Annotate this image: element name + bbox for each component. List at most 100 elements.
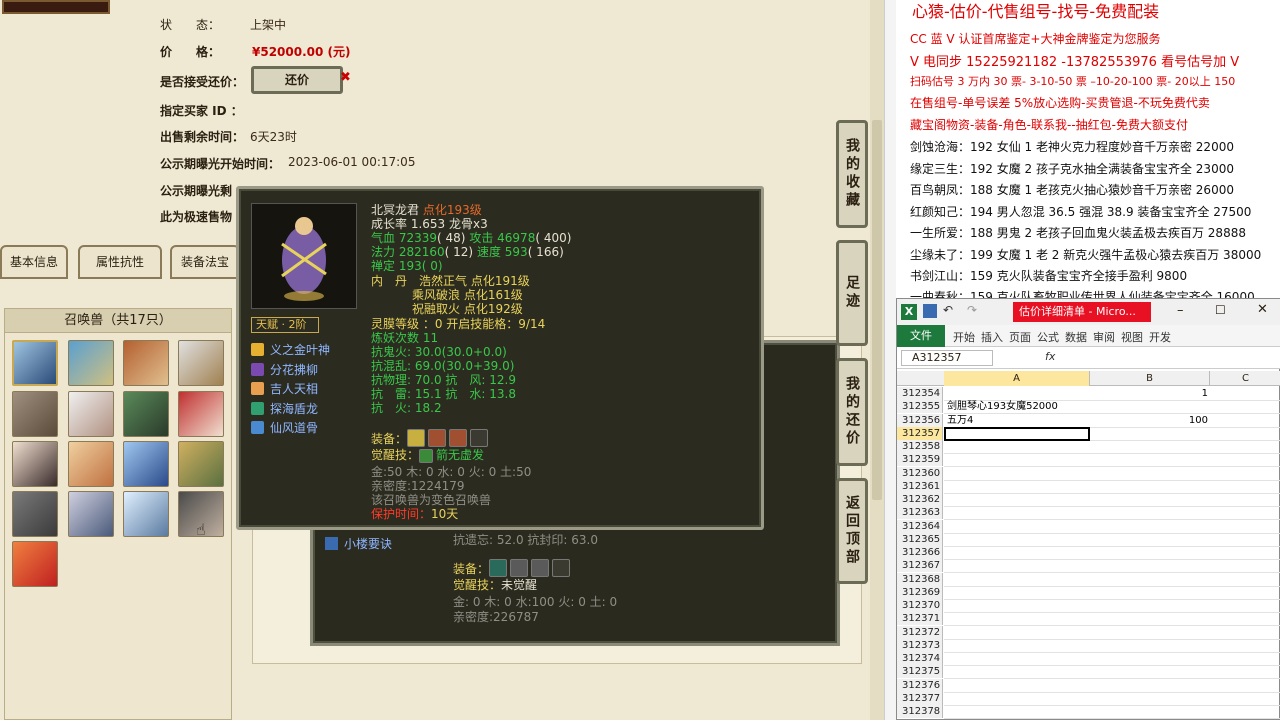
my-haggles-button[interactable]: 我的还价 — [836, 358, 868, 466]
elements-line: 金:50 木: 0 水: 0 火: 0 土:50 — [371, 465, 532, 479]
tab-basic-info[interactable]: 基本信息 — [0, 245, 68, 279]
fx-icon[interactable]: fx — [1045, 350, 1055, 363]
tab-file[interactable]: 文件 — [897, 325, 945, 347]
tab-insert[interactable]: 插入 — [981, 329, 1003, 345]
row-number[interactable]: 312370 — [897, 599, 943, 612]
pet-avatar[interactable] — [123, 441, 169, 487]
pet-avatar[interactable] — [178, 441, 224, 487]
row-number[interactable]: 312378 — [897, 705, 943, 718]
footprint-button[interactable]: 足迹 — [836, 240, 868, 346]
grid-line — [944, 559, 1280, 560]
row-number[interactable]: 312361 — [897, 479, 943, 493]
pet-avatar[interactable] — [12, 541, 58, 587]
tab-page[interactable]: 页面 — [1009, 329, 1031, 345]
pet-avatar[interactable] — [68, 491, 114, 537]
row-number[interactable]: 312371 — [897, 612, 943, 626]
pet-avatar[interactable] — [68, 441, 114, 487]
pet-avatar[interactable] — [178, 391, 224, 437]
grid-line — [944, 625, 1280, 627]
row-number[interactable]: 312374 — [897, 652, 943, 665]
row-number[interactable]: 312363 — [897, 506, 943, 520]
tab-data[interactable]: 数据 — [1065, 329, 1087, 345]
cell-a[interactable]: 剑胆琴心193女魔52000 — [947, 400, 1058, 413]
pet-avatar[interactable] — [12, 391, 58, 437]
my-favorites-button[interactable]: 我的收藏 — [836, 120, 868, 228]
close-icon[interactable]: ✖ — [340, 70, 351, 85]
row-number[interactable]: 312369 — [897, 585, 943, 599]
pet-avatar[interactable] — [12, 340, 58, 386]
pet-avatar[interactable] — [123, 491, 169, 537]
tab-equipment[interactable]: 装备法宝 — [170, 245, 240, 279]
excel-formula-bar: A312357 fx — [897, 347, 1280, 369]
row-number[interactable]: 312359 — [897, 453, 943, 467]
tab-view[interactable]: 视图 — [1121, 329, 1143, 345]
tab-attributes[interactable]: 属性抗性 — [78, 245, 162, 279]
row-number[interactable]: 312368 — [897, 572, 943, 586]
row-number[interactable]: 312375 — [897, 665, 943, 679]
pet-avatar[interactable] — [123, 340, 169, 386]
row-number[interactable]: 312373 — [897, 638, 943, 652]
tab-home[interactable]: 开始 — [953, 329, 975, 345]
row-number[interactable]: 312358 — [897, 440, 943, 453]
row-number[interactable]: 312362 — [897, 493, 943, 506]
cursor-hand-icon: ☝ — [196, 520, 206, 539]
grid-line — [944, 598, 1280, 600]
pet-avatar[interactable] — [68, 391, 114, 437]
haggle-button[interactable]: 还价 — [251, 66, 343, 94]
row-number[interactable]: 312377 — [897, 691, 943, 705]
grid-line — [944, 704, 1280, 706]
equip-slot-icon — [470, 429, 489, 447]
row-number[interactable]: 312366 — [897, 546, 943, 559]
grid-line — [944, 519, 1280, 521]
remaining-value: 6天23时 — [250, 130, 297, 144]
pet-avatar[interactable] — [178, 340, 224, 386]
active-cell-selection[interactable] — [944, 426, 1090, 441]
pet-avatar[interactable] — [12, 441, 58, 487]
tab-review[interactable]: 审阅 — [1093, 329, 1115, 345]
column-b-header[interactable]: B — [1090, 371, 1210, 386]
equip-row: 装备： — [453, 559, 573, 577]
pet-avatar[interactable] — [68, 340, 114, 386]
public-start-label: 公示期曝光开始时间： — [160, 157, 281, 171]
undo-icon[interactable]: ↶ — [943, 303, 953, 317]
minimize-icon[interactable]: – — [1177, 303, 1184, 318]
close-icon[interactable]: ✕ — [1257, 302, 1268, 317]
row-number[interactable]: 312364 — [897, 519, 943, 533]
row-number[interactable]: 312354 — [897, 387, 943, 400]
row-number[interactable]: 312365 — [897, 532, 943, 546]
skill-item: 探海盾龙 — [251, 400, 318, 417]
excel-icon[interactable]: X — [901, 304, 917, 320]
grid-line — [944, 638, 1280, 640]
row-number[interactable]: 312357 — [897, 426, 943, 440]
row-number[interactable]: 312376 — [897, 678, 943, 692]
cell-b[interactable]: 100 — [1090, 414, 1208, 427]
skill-icon — [251, 382, 264, 395]
listing-line: 缘定三生：192 女魔 2 孩子克水抽全满装备宝宝齐全 23000 — [910, 162, 1234, 176]
grid-line — [944, 479, 1280, 481]
cell-b[interactable]: 1 — [1090, 387, 1208, 400]
redo-icon[interactable]: ↷ — [967, 303, 977, 317]
column-c-header[interactable]: C — [1210, 371, 1280, 386]
name-box[interactable]: A312357 — [901, 350, 993, 366]
row-number[interactable]: 312372 — [897, 625, 943, 639]
row-number[interactable]: 312367 — [897, 559, 943, 573]
screen-divider — [884, 0, 896, 720]
pet-avatar[interactable] — [123, 391, 169, 437]
row-number[interactable]: 312356 — [897, 413, 943, 427]
tab-formula[interactable]: 公式 — [1037, 329, 1059, 345]
skill-item: 吉人天相 — [251, 380, 318, 397]
pet-avatar[interactable] — [12, 491, 58, 537]
inner-core-line-1: 内 丹 浩然正气 点化191级 — [371, 274, 530, 288]
back-to-top-button[interactable]: 返回顶部 — [836, 478, 868, 584]
save-icon[interactable] — [923, 304, 937, 318]
zen-line: 禅定 193( 0) — [371, 259, 443, 273]
column-a-header[interactable]: A — [944, 371, 1090, 386]
tab-developer[interactable]: 开发 — [1149, 329, 1171, 345]
row-number[interactable]: 312360 — [897, 466, 943, 480]
cell-a[interactable]: 五万4 — [947, 414, 973, 427]
maximize-icon[interactable]: ☐ — [1215, 303, 1226, 317]
grid-line — [944, 545, 1280, 547]
row-number[interactable]: 312355 — [897, 400, 943, 414]
skill-item: 义之金叶神 — [251, 341, 330, 358]
page-scrollbar-thumb[interactable] — [872, 120, 882, 500]
